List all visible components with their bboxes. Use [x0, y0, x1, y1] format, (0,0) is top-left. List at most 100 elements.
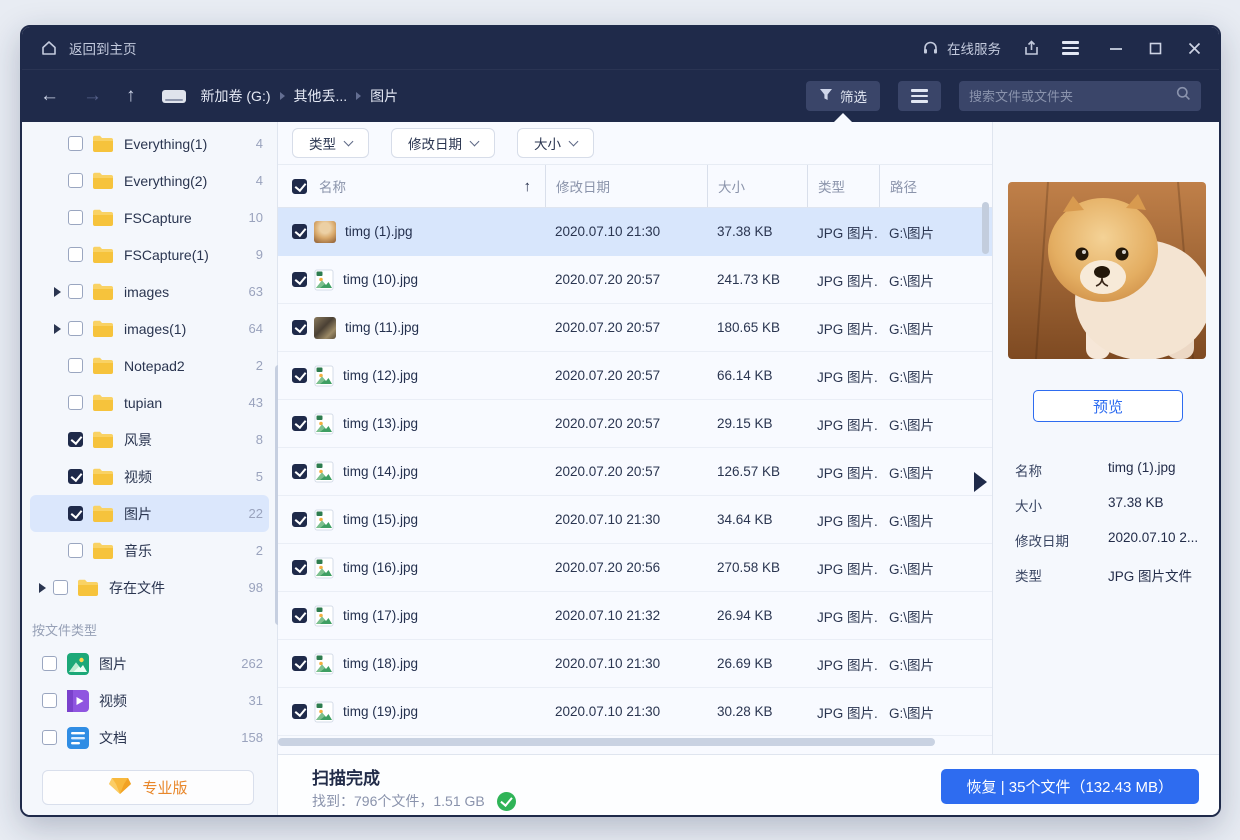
file-checkbox[interactable] [292, 272, 307, 287]
sidebar-folder-item[interactable]: Everything(2) 4 [30, 162, 269, 199]
close-icon[interactable] [1188, 42, 1201, 55]
expand-arrow-icon[interactable] [39, 583, 53, 593]
file-row[interactable]: timg (10).jpg 2020.07.20 20:57 241.73 KB… [278, 256, 992, 304]
sidebar-folder-item[interactable]: FSCapture(1) 9 [30, 236, 269, 273]
menu-icon[interactable] [1062, 38, 1079, 58]
back-to-home-button[interactable]: 返回到主页 [40, 38, 137, 58]
sidebar-folder-item[interactable]: tupian 43 [30, 384, 269, 421]
file-row[interactable]: timg (19).jpg 2020.07.10 21:30 30.28 KB … [278, 688, 992, 736]
recover-button[interactable]: 恢复 | 35个文件（132.43 MB） [941, 769, 1199, 804]
horizontal-scrollbar[interactable] [278, 738, 935, 746]
file-checkbox[interactable] [292, 464, 307, 479]
column-header-date[interactable]: 修改日期 [545, 165, 707, 207]
sidebar-filetype-item[interactable]: 图片 262 [30, 645, 269, 682]
folder-checkbox[interactable] [68, 321, 83, 336]
sidebar-folder-item[interactable]: 存在文件 98 [30, 569, 269, 606]
breadcrumb-item[interactable]: 图片 [370, 86, 398, 106]
share-icon[interactable] [1023, 39, 1040, 57]
filter-chip[interactable]: 修改日期 [391, 128, 495, 158]
select-all-checkbox[interactable] [292, 179, 307, 194]
sidebar-folder-item[interactable]: Notepad2 2 [30, 347, 269, 384]
file-checkbox[interactable] [292, 704, 307, 719]
file-row[interactable]: timg (16).jpg 2020.07.20 20:56 270.58 KB… [278, 544, 992, 592]
file-checkbox[interactable] [292, 512, 307, 527]
breadcrumb-item[interactable]: 新加卷 (G:) [201, 86, 271, 106]
vertical-scrollbar[interactable] [982, 202, 989, 254]
column-header-name[interactable]: 名称 [319, 176, 346, 196]
pro-version-button[interactable]: 专业版 [42, 770, 254, 805]
folder-icon [92, 468, 114, 486]
filter-chip[interactable]: 类型 [292, 128, 369, 158]
column-header-path[interactable]: 路径 [879, 165, 992, 207]
file-checkbox[interactable] [292, 656, 307, 671]
file-name: timg (16).jpg [343, 560, 418, 575]
sidebar-filetype-item[interactable]: 文档 158 [30, 719, 269, 756]
view-options-button[interactable] [898, 81, 941, 111]
expand-arrow-icon[interactable] [54, 324, 68, 334]
folder-checkbox[interactable] [68, 469, 83, 484]
minimize-icon[interactable] [1109, 41, 1123, 55]
expand-arrow-icon[interactable] [54, 287, 68, 297]
search-icon[interactable] [1176, 86, 1191, 106]
filetype-checkbox[interactable] [42, 693, 57, 708]
up-arrow-icon[interactable]: ↑ [126, 85, 136, 107]
folder-checkbox[interactable] [68, 506, 83, 521]
folder-checkbox[interactable] [68, 432, 83, 447]
folder-checkbox[interactable] [68, 284, 83, 299]
sidebar-folder-item[interactable]: 音乐 2 [30, 532, 269, 569]
sidebar-folder-item[interactable]: 图片 22 [30, 495, 269, 532]
file-row[interactable]: timg (11).jpg 2020.07.20 20:57 180.65 KB… [278, 304, 992, 352]
detail-value: 2020.07.10 2... [1108, 530, 1198, 550]
folder-checkbox[interactable] [68, 247, 83, 262]
file-date: 2020.07.20 20:57 [545, 320, 707, 335]
sidebar-folder-item[interactable]: images(1) 64 [30, 310, 269, 347]
online-service-button[interactable]: 在线服务 [922, 38, 1001, 58]
forward-arrow-icon[interactable]: → [83, 85, 102, 107]
breadcrumb-item[interactable]: 其他丢... [294, 86, 348, 106]
folder-checkbox[interactable] [68, 210, 83, 225]
file-row[interactable]: timg (18).jpg 2020.07.10 21:30 26.69 KB … [278, 640, 992, 688]
file-details: 名称 timg (1).jpg 大小 37.38 KB 修改日期 2020.07… [1015, 460, 1209, 600]
filetype-checkbox[interactable] [42, 730, 57, 745]
column-header-size[interactable]: 大小 [707, 165, 807, 207]
file-checkbox[interactable] [292, 416, 307, 431]
folder-label: 风景 [124, 430, 152, 450]
sidebar-folder-item[interactable]: 风景 8 [30, 421, 269, 458]
file-checkbox[interactable] [292, 320, 307, 335]
folder-checkbox[interactable] [68, 358, 83, 373]
maximize-icon[interactable] [1149, 42, 1162, 55]
file-checkbox[interactable] [292, 608, 307, 623]
folder-checkbox[interactable] [68, 395, 83, 410]
file-checkbox[interactable] [292, 560, 307, 575]
file-row[interactable]: timg (1).jpg 2020.07.10 21:30 37.38 KB J… [278, 208, 992, 256]
back-arrow-icon[interactable]: ← [40, 85, 59, 107]
filter-chip[interactable]: 大小 [517, 128, 594, 158]
file-row[interactable]: timg (12).jpg 2020.07.20 20:57 66.14 KB … [278, 352, 992, 400]
folder-checkbox[interactable] [68, 173, 83, 188]
file-size: 241.73 KB [707, 272, 807, 287]
sidebar-folder-item[interactable]: Everything(1) 4 [30, 125, 269, 162]
filter-button[interactable]: 筛选 [806, 81, 880, 111]
filetype-checkbox[interactable] [42, 656, 57, 671]
column-header-type[interactable]: 类型 [807, 165, 879, 207]
file-checkbox[interactable] [292, 224, 307, 239]
sidebar-folder-item[interactable]: FSCapture 10 [30, 199, 269, 236]
file-checkbox[interactable] [292, 368, 307, 383]
sidebar-folder-item[interactable]: 视频 5 [30, 458, 269, 495]
preview-button[interactable]: 预览 [1033, 390, 1183, 422]
file-row[interactable]: timg (14).jpg 2020.07.20 20:57 126.57 KB… [278, 448, 992, 496]
file-row[interactable]: timg (13).jpg 2020.07.20 20:57 29.15 KB … [278, 400, 992, 448]
file-row[interactable]: timg (15).jpg 2020.07.10 21:30 34.64 KB … [278, 496, 992, 544]
file-row[interactable]: timg (17).jpg 2020.07.10 21:32 26.94 KB … [278, 592, 992, 640]
folder-checkbox[interactable] [53, 580, 68, 595]
sidebar-filetype-item[interactable]: 视频 31 [30, 682, 269, 719]
file-path: G:\图片 [879, 606, 992, 626]
search-input[interactable] [969, 89, 1176, 104]
panel-collapse-icon[interactable] [974, 472, 987, 492]
sidebar-folder-item[interactable]: images 63 [30, 273, 269, 310]
folder-checkbox[interactable] [68, 543, 83, 558]
sort-ascending-icon[interactable]: ↑ [524, 178, 532, 195]
file-type-section-label: 按文件类型 [32, 620, 277, 639]
file-type: JPG 图片... [807, 558, 879, 578]
folder-checkbox[interactable] [68, 136, 83, 151]
